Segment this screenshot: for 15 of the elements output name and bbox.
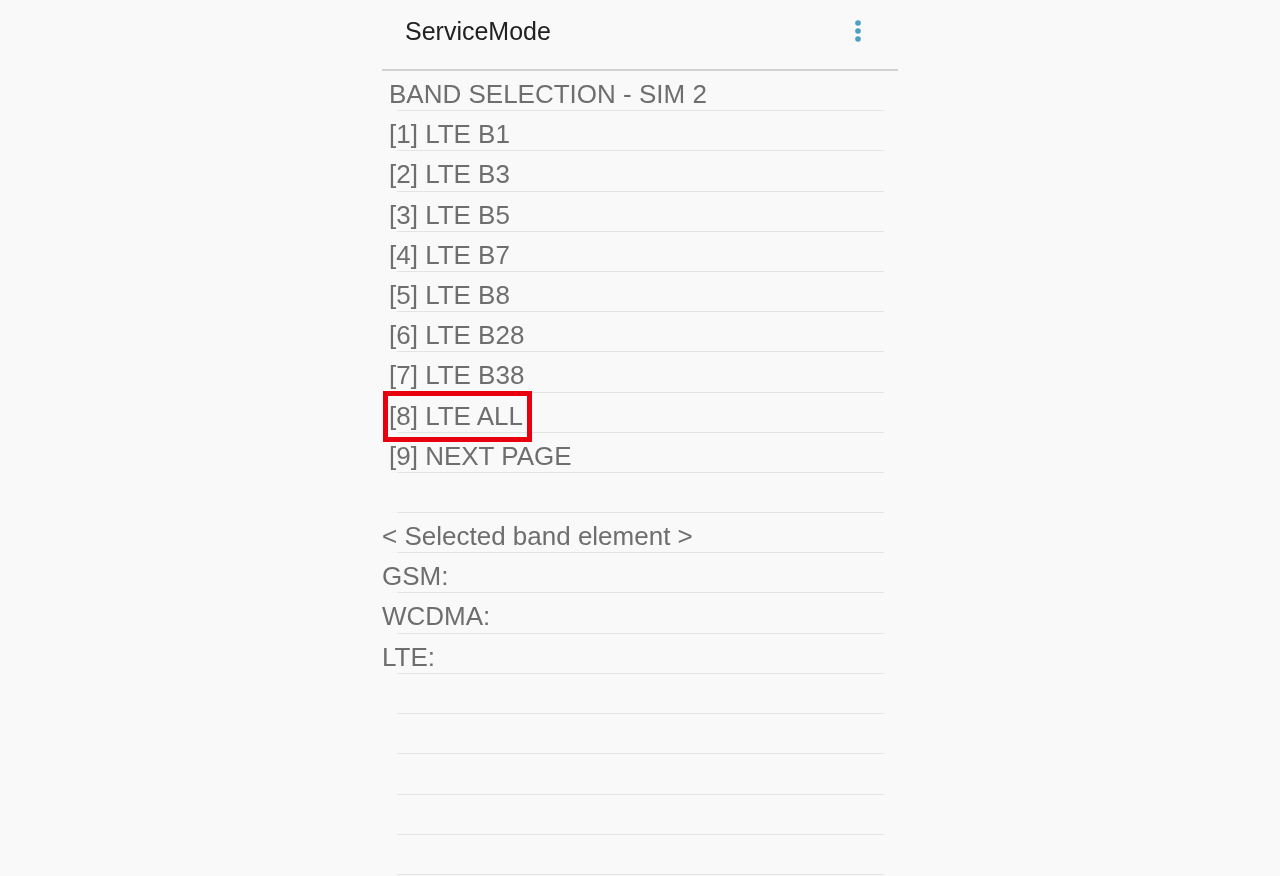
band-info-line: GSM: [382,563,449,590]
band-info-line: WCDMA: [382,603,491,630]
section-heading: < Selected band element > [382,523,693,550]
section-heading: BAND SELECTION - SIM 2 [389,81,707,107]
band-info-line: LTE: [382,643,435,670]
band-option[interactable]: [7] LTE B38 [389,362,525,389]
more-options-icon[interactable] [855,20,861,42]
band-option[interactable]: [2] LTE B3 [389,161,510,188]
band-option[interactable]: [9] NEXT PAGE [389,442,572,469]
band-option[interactable]: [1] LTE B1 [389,121,510,148]
band-option[interactable]: [4] LTE B7 [389,241,510,268]
app-title: ServiceMode [405,16,551,46]
band-option[interactable]: [6] LTE B28 [389,322,525,349]
band-option[interactable]: [3] LTE B5 [389,201,510,228]
band-option[interactable]: [5] LTE B8 [389,281,510,308]
